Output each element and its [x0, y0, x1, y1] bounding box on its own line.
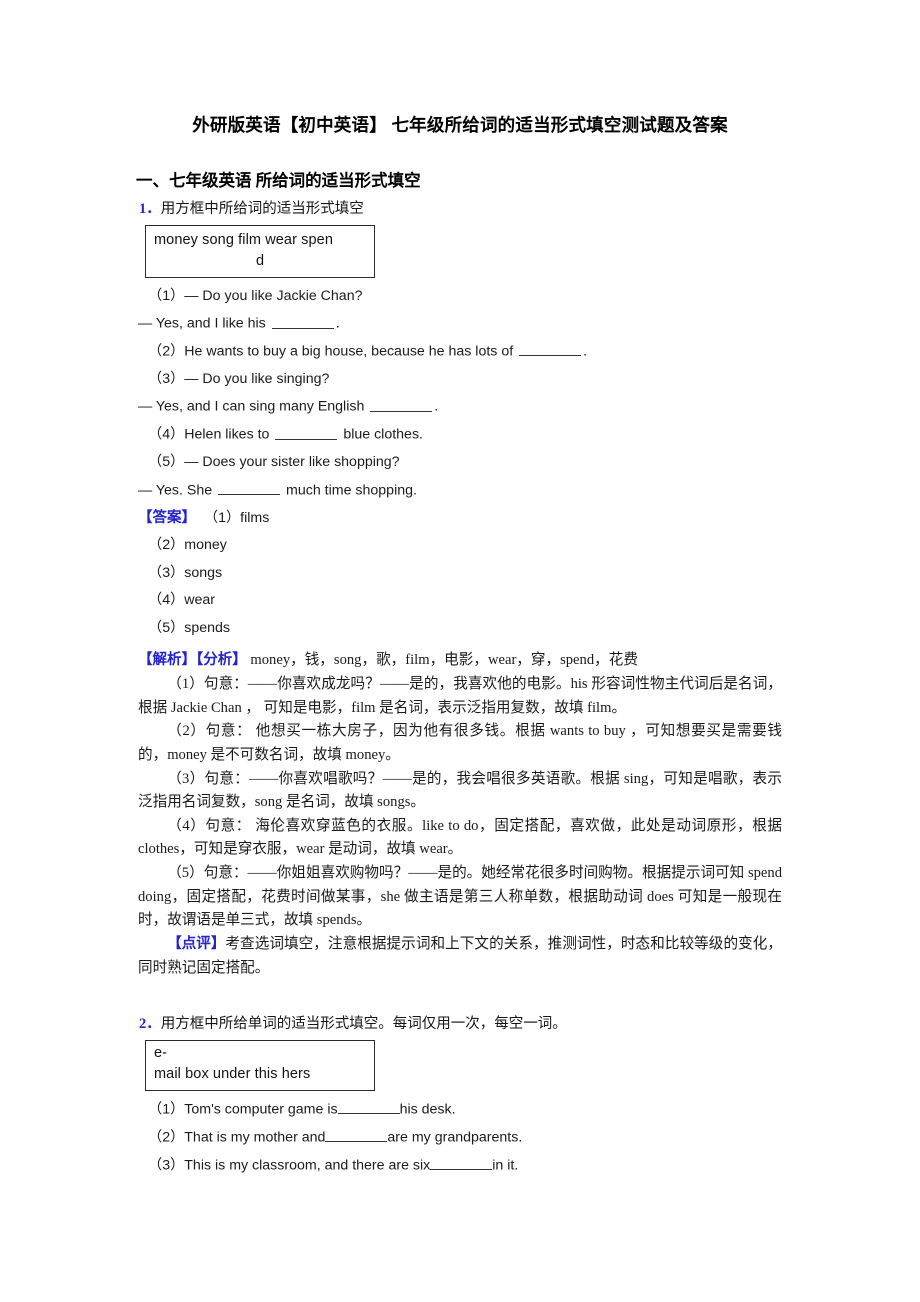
- item-text-after: .: [434, 398, 439, 415]
- item-label: （5）: [148, 454, 185, 471]
- page-title: 外研版英语【初中英语】 七年级所给词的适当形式填空测试题及答案: [192, 115, 728, 135]
- item-text-after: .: [583, 343, 588, 360]
- fill-blank[interactable]: [218, 481, 281, 496]
- fill-blank[interactable]: [430, 1156, 493, 1171]
- answer-line-4: （4）wear: [148, 592, 216, 609]
- analysis-block: 【解析】【分析】 money，钱，song，歌，film，电影，wear，穿，s…: [138, 649, 782, 980]
- exercise-item-2-3: （3）This is my classroom, and there are s…: [138, 1156, 782, 1175]
- question-2-stem: 2．用方框中所给单词的适当形式填空。每词仅用一次，每空一词。: [139, 1015, 782, 1035]
- question-1-stem-text: 用方框中所给词的适当形式填空: [160, 201, 364, 217]
- explain-tag: 【解析】: [138, 652, 196, 669]
- question-2-number: 2．: [139, 1016, 161, 1033]
- answer-line-3: （3）songs: [148, 564, 223, 581]
- fill-blank[interactable]: [370, 397, 433, 412]
- section-heading: 一、七年级英语 所给词的适当形式填空: [136, 171, 421, 190]
- analyze-tag: 【分析】: [196, 652, 247, 669]
- answer-tag: 【答案】: [138, 509, 196, 526]
- item-label: （1）: [148, 287, 185, 304]
- item-text-after: his desk.: [399, 1101, 456, 1118]
- answer-value: （1）films: [203, 509, 270, 526]
- analysis-header: 【解析】【分析】 money，钱，song，歌，film，电影，wear，穿，s…: [138, 649, 782, 673]
- analysis-paragraph-4: （4）句意： 海伦喜欢穿蓝色的衣服。like to do，固定搭配，喜欢做，此处…: [138, 817, 782, 858]
- exercise-item-1-1: （1）— Do you like Jackie Chan?: [138, 287, 782, 305]
- item-text: — Do you like singing?: [184, 370, 330, 387]
- exercise-item-1-3: （3）— Do you like singing?: [138, 370, 782, 388]
- item-label: （4）: [148, 426, 185, 443]
- exercise-item-1-5: （5）— Does your sister like shopping?: [138, 453, 782, 471]
- item-text-after: blue clothes.: [339, 426, 423, 443]
- item-text-after: are my grandparents.: [387, 1129, 523, 1146]
- fill-blank[interactable]: [337, 1100, 400, 1115]
- exercise-item-1-3-answer-line: — Yes, and I can sing many English .: [138, 397, 782, 416]
- word-bank-box-2: e- mail box under this hers: [145, 1039, 375, 1091]
- item-text: That is my mother and: [184, 1129, 326, 1146]
- answer-line-2: （2）money: [148, 537, 227, 554]
- word-bank-1-line-2: d: [255, 252, 265, 269]
- question-1-stem: 1．用方框中所给词的适当形式填空: [139, 200, 782, 220]
- exercise-item-2-1: （1）Tom's computer game is his desk.: [138, 1100, 782, 1119]
- exercise-item-1-5-answer-line: — Yes. She much time shopping.: [138, 481, 782, 500]
- item-label: （1）: [148, 1101, 185, 1118]
- analysis-paragraph-1: （1）句意：——你喜欢成龙吗？——是的，我喜欢他的电影。his 形容词性物主代词…: [138, 675, 782, 716]
- comment-text: 考查选词填空，注意根据提示词和上下文的关系，推测词性，时态和比较等级的变化，同时…: [138, 935, 782, 976]
- exercise-item-1-4: （4）Helen likes to blue clothes.: [138, 425, 782, 444]
- comment-paragraph: 【点评】考查选词填空，注意根据提示词和上下文的关系，推测词性，时态和比较等级的变…: [138, 933, 782, 980]
- item-label: （3）: [148, 370, 185, 387]
- analysis-paragraph-2: （2）句意： 他想买一栋大房子，因为他有很多钱。根据 wants to buy …: [138, 723, 782, 763]
- comment-tag: 【点评】: [167, 935, 226, 952]
- answer-line-1: 【答案】 （1）films: [138, 509, 782, 528]
- item-label: （2）: [148, 1129, 185, 1146]
- question-2-stem-text: 用方框中所给单词的适当形式填空。每词仅用一次，每空一词。: [160, 1016, 567, 1033]
- document-page: 外研版英语【初中英语】 七年级所给词的适当形式填空测试题及答案 一、七年级英语 …: [136, 0, 782, 1175]
- word-bank-box-1: money song film wear spen d: [145, 224, 375, 278]
- exercise-item-1-2: （2）He wants to buy a big house, because …: [138, 342, 782, 361]
- item-text: Tom's computer game is: [184, 1101, 338, 1118]
- item-text-after: much time shopping.: [282, 482, 417, 499]
- item-text: Helen likes to: [184, 426, 274, 443]
- fill-blank[interactable]: [275, 425, 338, 440]
- item-label: （3）: [148, 1157, 185, 1174]
- fill-blank[interactable]: [271, 314, 334, 329]
- item-text: — Does your sister like shopping?: [184, 454, 400, 471]
- fill-blank[interactable]: [519, 342, 582, 357]
- analyze-head-text: money，钱，song，歌，film，电影，wear，穿，spend，花费: [246, 652, 638, 669]
- word-bank-1-line-1: money song film wear spen: [154, 231, 333, 248]
- answer-line-5: （5）spends: [148, 619, 231, 636]
- question-1-number: 1．: [139, 201, 161, 217]
- analysis-paragraph-5: （5）句意：——你姐姐喜欢购物吗？——是的。她经常花很多时间购物。根据提示词可知…: [138, 865, 782, 929]
- word-bank-2-line-2: mail box under this hers: [154, 1065, 311, 1082]
- item-text: — Yes, and I like his: [138, 315, 270, 332]
- fill-blank[interactable]: [325, 1128, 388, 1143]
- item-text: — Yes, and I can sing many English: [138, 398, 369, 415]
- item-text: This is my classroom, and there are six: [184, 1157, 431, 1174]
- item-text-after: .: [335, 315, 340, 332]
- item-text: — Do you like Jackie Chan?: [184, 287, 363, 304]
- exercise-item-1-1-answer-line: — Yes, and I like his .: [138, 314, 782, 333]
- exercise-item-2-2: （2）That is my mother and are my grandpare…: [138, 1128, 782, 1147]
- analysis-paragraph-3: （3）句意：——你喜欢唱歌吗？——是的，我会唱很多英语歌。根据 sing，可知是…: [138, 770, 782, 811]
- item-text: — Yes. She: [138, 482, 217, 499]
- item-text: He wants to buy a big house, because he …: [184, 343, 518, 360]
- item-label: （2）: [148, 343, 185, 360]
- item-text-after: in it.: [492, 1157, 519, 1174]
- word-bank-2-line-1: e-: [154, 1044, 167, 1061]
